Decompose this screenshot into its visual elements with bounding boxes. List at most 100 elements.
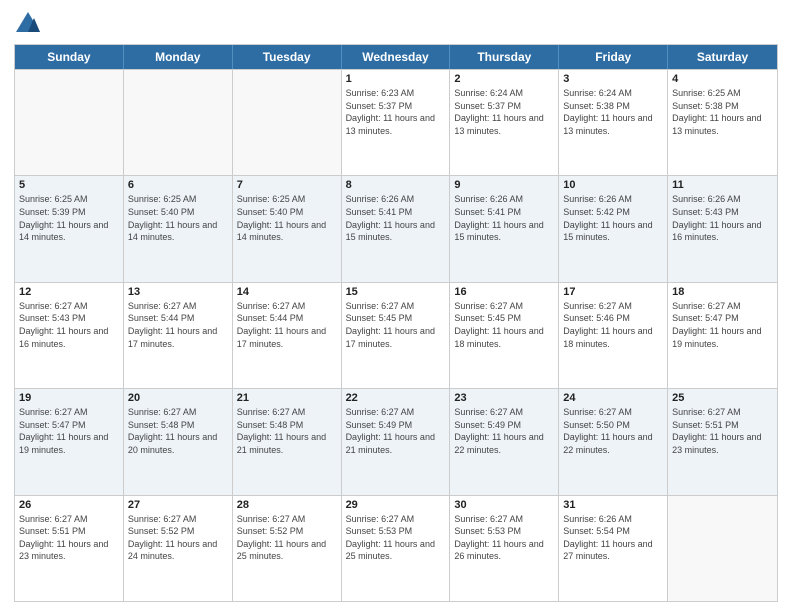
weekday-header-thursday: Thursday (450, 45, 559, 69)
day-cell-6: 6 Sunrise: 6:25 AMSunset: 5:40 PMDaylight… (124, 176, 233, 281)
day-number: 10 (563, 179, 663, 191)
day-info: Sunrise: 6:26 AMSunset: 5:43 PMDaylight:… (672, 193, 773, 243)
day-cell-25: 25 Sunrise: 6:27 AMSunset: 5:51 PMDayligh… (668, 389, 777, 494)
day-number: 6 (128, 179, 228, 191)
day-number: 2 (454, 73, 554, 85)
day-cell-19: 19 Sunrise: 6:27 AMSunset: 5:47 PMDayligh… (15, 389, 124, 494)
day-cell-20: 20Sunrise: 6:27 AMSunset: 5:48 PMDayligh… (124, 389, 233, 494)
day-info: Sunrise: 6:25 AMSunset: 5:38 PMDaylight:… (672, 87, 773, 137)
day-cell-29: 29 Sunrise: 6:27 AMSunset: 5:53 PMDayligh… (342, 496, 451, 601)
weekday-header-monday: Monday (124, 45, 233, 69)
day-info: Sunrise: 6:26 AMSunset: 5:42 PMDaylight:… (563, 193, 663, 243)
day-cell-7: 7 Sunrise: 6:25 AMSunset: 5:40 PMDaylight… (233, 176, 342, 281)
day-cell-18: 18 Sunrise: 6:27 AMSunset: 5:47 PMDayligh… (668, 283, 777, 388)
day-cell-23: 23Sunrise: 6:27 AMSunset: 5:49 PMDayligh… (450, 389, 559, 494)
day-number: 4 (672, 73, 773, 85)
day-info: Sunrise: 6:25 AMSunset: 5:40 PMDaylight:… (237, 193, 337, 243)
day-number: 31 (563, 499, 663, 511)
day-number: 18 (672, 286, 773, 298)
day-number: 7 (237, 179, 337, 191)
day-number: 26 (19, 499, 119, 511)
day-info: Sunrise: 6:27 AMSunset: 5:43 PMDaylight:… (19, 300, 119, 350)
week-row-1: 1 Sunrise: 6:23 AMSunset: 5:37 PMDaylight… (15, 69, 777, 175)
day-number: 30 (454, 499, 554, 511)
day-cell-28: 28 Sunrise: 6:27 AMSunset: 5:52 PMDayligh… (233, 496, 342, 601)
day-info: Sunrise: 6:27 AMSunset: 5:49 PMDaylight:… (346, 406, 446, 456)
day-number: 1 (346, 73, 446, 85)
day-number: 17 (563, 286, 663, 298)
day-number: 9 (454, 179, 554, 191)
day-cell-13: 13 Sunrise: 6:27 AMSunset: 5:44 PMDayligh… (124, 283, 233, 388)
day-cell-2: 2 Sunrise: 6:24 AMSunset: 5:37 PMDaylight… (450, 70, 559, 175)
day-cell-26: 26 Sunrise: 6:27 AMSunset: 5:51 PMDayligh… (15, 496, 124, 601)
day-number: 27 (128, 499, 228, 511)
day-info: Sunrise: 6:26 AMSunset: 5:41 PMDaylight:… (454, 193, 554, 243)
page-header (14, 10, 778, 38)
logo (14, 10, 46, 38)
calendar-header: SundayMondayTuesdayWednesdayThursdayFrid… (15, 45, 777, 69)
weekday-header-tuesday: Tuesday (233, 45, 342, 69)
day-info: Sunrise: 6:27 AMSunset: 5:48 PMDaylight:… (237, 406, 337, 456)
day-info: Sunrise: 6:25 AMSunset: 5:40 PMDaylight:… (128, 193, 228, 243)
day-info: Sunrise: 6:27 AMSunset: 5:53 PMDaylight:… (346, 513, 446, 563)
day-cell-12: 12 Sunrise: 6:27 AMSunset: 5:43 PMDayligh… (15, 283, 124, 388)
weekday-header-saturday: Saturday (668, 45, 777, 69)
day-cell-1: 1 Sunrise: 6:23 AMSunset: 5:37 PMDaylight… (342, 70, 451, 175)
day-cell-30: 30 Sunrise: 6:27 AMSunset: 5:53 PMDayligh… (450, 496, 559, 601)
weekday-header-friday: Friday (559, 45, 668, 69)
day-number: 21 (237, 392, 337, 404)
day-cell-4: 4 Sunrise: 6:25 AMSunset: 5:38 PMDaylight… (668, 70, 777, 175)
empty-cell (668, 496, 777, 601)
day-info: Sunrise: 6:23 AMSunset: 5:37 PMDaylight:… (346, 87, 446, 137)
day-number: 5 (19, 179, 119, 191)
day-number: 25 (672, 392, 773, 404)
day-number: 20 (128, 392, 228, 404)
day-cell-14: 14Sunrise: 6:27 AMSunset: 5:44 PMDayligh… (233, 283, 342, 388)
day-info: Sunrise: 6:27 AMSunset: 5:50 PMDaylight:… (563, 406, 663, 456)
day-info: Sunrise: 6:27 AMSunset: 5:46 PMDaylight:… (563, 300, 663, 350)
day-cell-31: 31Sunrise: 6:26 AMSunset: 5:54 PMDayligh… (559, 496, 668, 601)
calendar: SundayMondayTuesdayWednesdayThursdayFrid… (14, 44, 778, 602)
day-number: 8 (346, 179, 446, 191)
day-info: Sunrise: 6:27 AMSunset: 5:52 PMDaylight:… (237, 513, 337, 563)
day-cell-9: 9 Sunrise: 6:26 AMSunset: 5:41 PMDaylight… (450, 176, 559, 281)
day-info: Sunrise: 6:24 AMSunset: 5:38 PMDaylight:… (563, 87, 663, 137)
calendar-body: 1 Sunrise: 6:23 AMSunset: 5:37 PMDaylight… (15, 69, 777, 601)
day-cell-11: 11 Sunrise: 6:26 AMSunset: 5:43 PMDayligh… (668, 176, 777, 281)
day-info: Sunrise: 6:27 AMSunset: 5:45 PMDaylight:… (346, 300, 446, 350)
day-cell-15: 15 Sunrise: 6:27 AMSunset: 5:45 PMDayligh… (342, 283, 451, 388)
week-row-3: 12 Sunrise: 6:27 AMSunset: 5:43 PMDayligh… (15, 282, 777, 388)
day-cell-21: 21 Sunrise: 6:27 AMSunset: 5:48 PMDayligh… (233, 389, 342, 494)
day-number: 29 (346, 499, 446, 511)
day-cell-5: 5Sunrise: 6:25 AMSunset: 5:39 PMDaylight… (15, 176, 124, 281)
day-number: 28 (237, 499, 337, 511)
day-number: 13 (128, 286, 228, 298)
day-info: Sunrise: 6:27 AMSunset: 5:52 PMDaylight:… (128, 513, 228, 563)
day-number: 19 (19, 392, 119, 404)
day-info: Sunrise: 6:27 AMSunset: 5:44 PMDaylight:… (128, 300, 228, 350)
day-info: Sunrise: 6:27 AMSunset: 5:45 PMDaylight:… (454, 300, 554, 350)
day-cell-22: 22 Sunrise: 6:27 AMSunset: 5:49 PMDayligh… (342, 389, 451, 494)
day-number: 11 (672, 179, 773, 191)
day-cell-3: 3 Sunrise: 6:24 AMSunset: 5:38 PMDaylight… (559, 70, 668, 175)
day-cell-10: 10 Sunrise: 6:26 AMSunset: 5:42 PMDayligh… (559, 176, 668, 281)
day-info: Sunrise: 6:27 AMSunset: 5:47 PMDaylight:… (19, 406, 119, 456)
day-number: 15 (346, 286, 446, 298)
day-info: Sunrise: 6:27 AMSunset: 5:51 PMDaylight:… (672, 406, 773, 456)
day-number: 22 (346, 392, 446, 404)
day-info: Sunrise: 6:26 AMSunset: 5:41 PMDaylight:… (346, 193, 446, 243)
week-row-5: 26 Sunrise: 6:27 AMSunset: 5:51 PMDayligh… (15, 495, 777, 601)
day-info: Sunrise: 6:27 AMSunset: 5:53 PMDaylight:… (454, 513, 554, 563)
day-number: 3 (563, 73, 663, 85)
day-number: 12 (19, 286, 119, 298)
day-cell-17: 17 Sunrise: 6:27 AMSunset: 5:46 PMDayligh… (559, 283, 668, 388)
day-info: Sunrise: 6:27 AMSunset: 5:47 PMDaylight:… (672, 300, 773, 350)
weekday-header-wednesday: Wednesday (342, 45, 451, 69)
logo-icon (14, 10, 42, 38)
day-cell-27: 27 Sunrise: 6:27 AMSunset: 5:52 PMDayligh… (124, 496, 233, 601)
day-number: 23 (454, 392, 554, 404)
day-info: Sunrise: 6:24 AMSunset: 5:37 PMDaylight:… (454, 87, 554, 137)
day-info: Sunrise: 6:27 AMSunset: 5:51 PMDaylight:… (19, 513, 119, 563)
day-number: 24 (563, 392, 663, 404)
empty-cell (124, 70, 233, 175)
